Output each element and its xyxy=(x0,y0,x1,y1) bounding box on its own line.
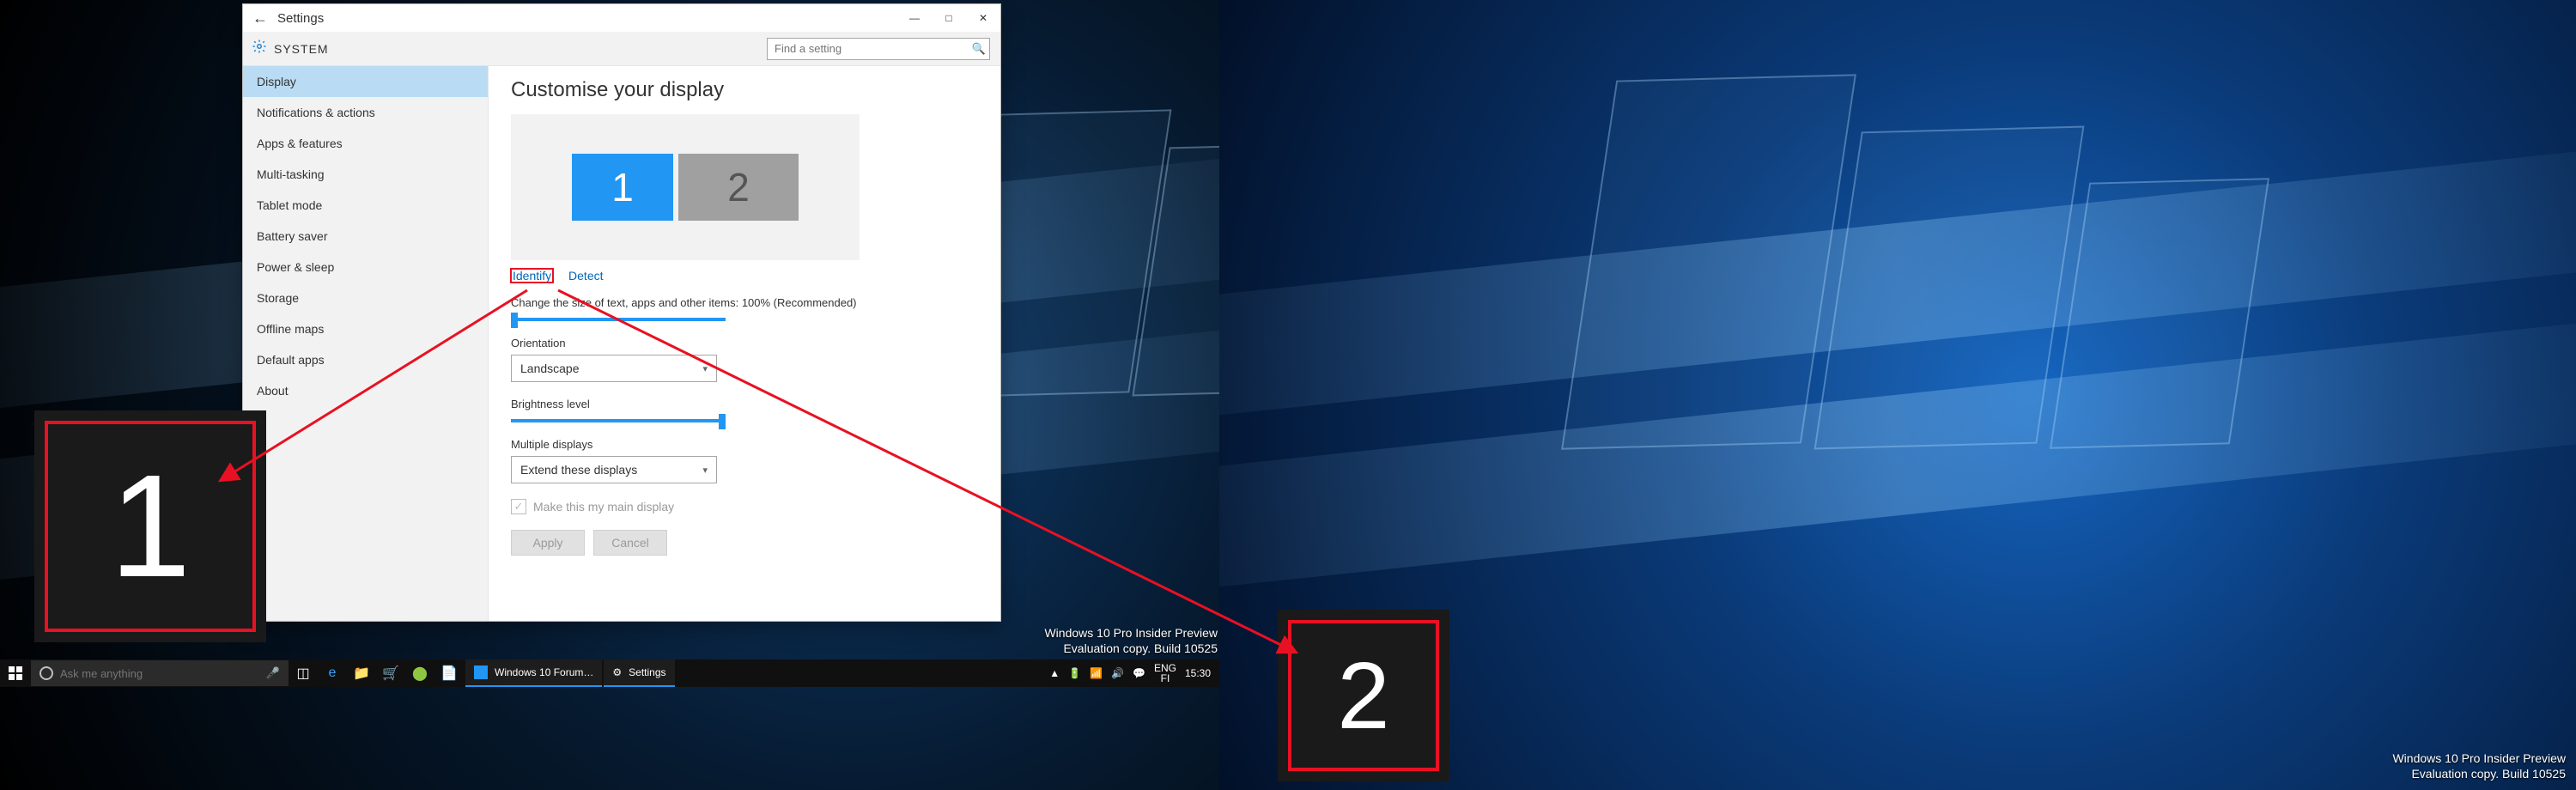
gear-icon xyxy=(252,39,267,58)
cortana-input[interactable] xyxy=(60,667,259,680)
settings-content: Customise your display 1 2 Identify Dete… xyxy=(489,66,1000,621)
brightness-label: Brightness level xyxy=(511,398,978,410)
settings-sidebar: Display Notifications & actions Apps & f… xyxy=(243,66,489,621)
monitor-1-tile[interactable]: 1 xyxy=(572,154,673,221)
pinned-explorer-icon[interactable]: 📁 xyxy=(347,659,376,687)
search-icon: 🔍 xyxy=(969,42,989,56)
tray-network-icon[interactable]: 📶 xyxy=(1090,667,1103,679)
watermark-line2: Evaluation copy. Build 10525 xyxy=(1044,641,1218,656)
sidebar-item-apps-features[interactable]: Apps & features xyxy=(243,128,488,159)
settings-window: ← Settings — □ ✕ SYSTEM 🔍 Display Notifi… xyxy=(242,3,1001,622)
taskbar-button-settings[interactable]: ⚙ Settings xyxy=(604,659,674,687)
chevron-down-icon: ▾ xyxy=(702,363,708,374)
sidebar-item-about[interactable]: About xyxy=(243,375,488,406)
checkbox-icon: ✓ xyxy=(511,499,526,514)
watermark-monitor-2: Windows 10 Pro Insider Preview Evaluatio… xyxy=(2392,750,2566,781)
chevron-down-icon: ▾ xyxy=(702,465,708,476)
make-main-display-checkbox: ✓ Make this my main display xyxy=(511,499,978,514)
multiple-displays-value: Extend these displays xyxy=(520,463,637,477)
back-button[interactable]: ← xyxy=(243,9,277,27)
scale-slider[interactable] xyxy=(511,318,726,321)
section-header: SYSTEM 🔍 xyxy=(243,32,1000,66)
scale-label: Change the size of text, apps and other … xyxy=(511,296,978,309)
sidebar-item-power-sleep[interactable]: Power & sleep xyxy=(243,252,488,283)
cortana-search[interactable]: 🎤 xyxy=(31,660,289,686)
settings-search-input[interactable] xyxy=(768,42,969,55)
sidebar-item-tablet-mode[interactable]: Tablet mode xyxy=(243,190,488,221)
watermark-line1: Windows 10 Pro Insider Preview xyxy=(1044,625,1218,641)
orientation-value: Landscape xyxy=(520,362,580,375)
orientation-select[interactable]: Landscape ▾ xyxy=(511,355,717,382)
minimize-button[interactable]: — xyxy=(897,4,932,32)
make-main-display-label: Make this my main display xyxy=(533,500,674,514)
close-button[interactable]: ✕ xyxy=(966,4,1000,32)
watermark-line2: Evaluation copy. Build 10525 xyxy=(2392,766,2566,781)
multiple-displays-select[interactable]: Extend these displays ▾ xyxy=(511,456,717,483)
orientation-label: Orientation xyxy=(511,337,978,349)
multiple-displays-label: Multiple displays xyxy=(511,438,978,451)
window-title: Settings xyxy=(277,11,324,26)
monitor-2-tile[interactable]: 2 xyxy=(678,154,799,221)
sidebar-item-storage[interactable]: Storage xyxy=(243,283,488,313)
sidebar-item-display[interactable]: Display xyxy=(243,66,488,97)
sidebar-item-offline-maps[interactable]: Offline maps xyxy=(243,313,488,344)
tray-battery-icon[interactable]: 🔋 xyxy=(1068,667,1081,679)
taskbar[interactable]: 🎤 ◫ e 📁 🛒 ⬤ 📄 Windows 10 Forum… ⚙ Settin… xyxy=(0,659,1219,687)
taskbar-button-label: Settings xyxy=(629,666,665,678)
start-button[interactable] xyxy=(0,659,31,687)
apply-button[interactable]: Apply xyxy=(511,530,585,556)
display-arrangement[interactable]: 1 2 xyxy=(511,114,860,260)
section-label: SYSTEM xyxy=(274,42,767,56)
taskbar-button-label: Windows 10 Forum… xyxy=(495,666,593,678)
tray-volume-icon[interactable]: 🔊 xyxy=(1111,667,1124,679)
pinned-app2-icon[interactable]: 📄 xyxy=(434,659,464,687)
identify-link[interactable]: Identify xyxy=(511,269,553,283)
watermark-line1: Windows 10 Pro Insider Preview xyxy=(2392,750,2566,766)
content-heading: Customise your display xyxy=(511,78,978,102)
detect-link[interactable]: Detect xyxy=(568,269,603,283)
pinned-store-icon[interactable]: 🛒 xyxy=(376,659,405,687)
task-view-button[interactable]: ◫ xyxy=(289,659,318,687)
maximize-button[interactable]: □ xyxy=(932,4,966,32)
tray-clock[interactable]: 15:30 xyxy=(1185,667,1211,679)
gear-icon: ⚙ xyxy=(612,666,622,678)
tray-language[interactable]: ENG FI xyxy=(1154,663,1176,684)
tray-chevron-up-icon[interactable]: ▲ xyxy=(1049,667,1060,679)
identify-overlay-2: 2 xyxy=(1278,610,1449,781)
sidebar-item-default-apps[interactable]: Default apps xyxy=(243,344,488,375)
microphone-icon[interactable]: 🎤 xyxy=(266,666,280,680)
app-icon xyxy=(474,665,488,679)
system-tray[interactable]: ▲ 🔋 📶 🔊 💬 ENG FI 15:30 xyxy=(1041,663,1219,684)
sidebar-item-multitasking[interactable]: Multi-tasking xyxy=(243,159,488,190)
brightness-slider[interactable] xyxy=(511,419,726,422)
sidebar-item-battery-saver[interactable]: Battery saver xyxy=(243,221,488,252)
watermark-monitor-1: Windows 10 Pro Insider Preview Evaluatio… xyxy=(1044,625,1218,656)
sidebar-item-notifications[interactable]: Notifications & actions xyxy=(243,97,488,128)
tray-action-center-icon[interactable]: 💬 xyxy=(1133,667,1145,679)
cancel-button[interactable]: Cancel xyxy=(593,530,667,556)
pinned-ie-icon[interactable]: e xyxy=(318,659,347,687)
tray-language-bottom: FI xyxy=(1154,673,1176,684)
titlebar[interactable]: ← Settings — □ ✕ xyxy=(243,4,1000,32)
identify-overlay-1: 1 xyxy=(34,410,266,642)
cortana-icon xyxy=(39,666,53,680)
settings-search[interactable]: 🔍 xyxy=(767,38,990,60)
taskbar-button-forum[interactable]: Windows 10 Forum… xyxy=(465,659,602,687)
pinned-app-icon[interactable]: ⬤ xyxy=(405,659,434,687)
